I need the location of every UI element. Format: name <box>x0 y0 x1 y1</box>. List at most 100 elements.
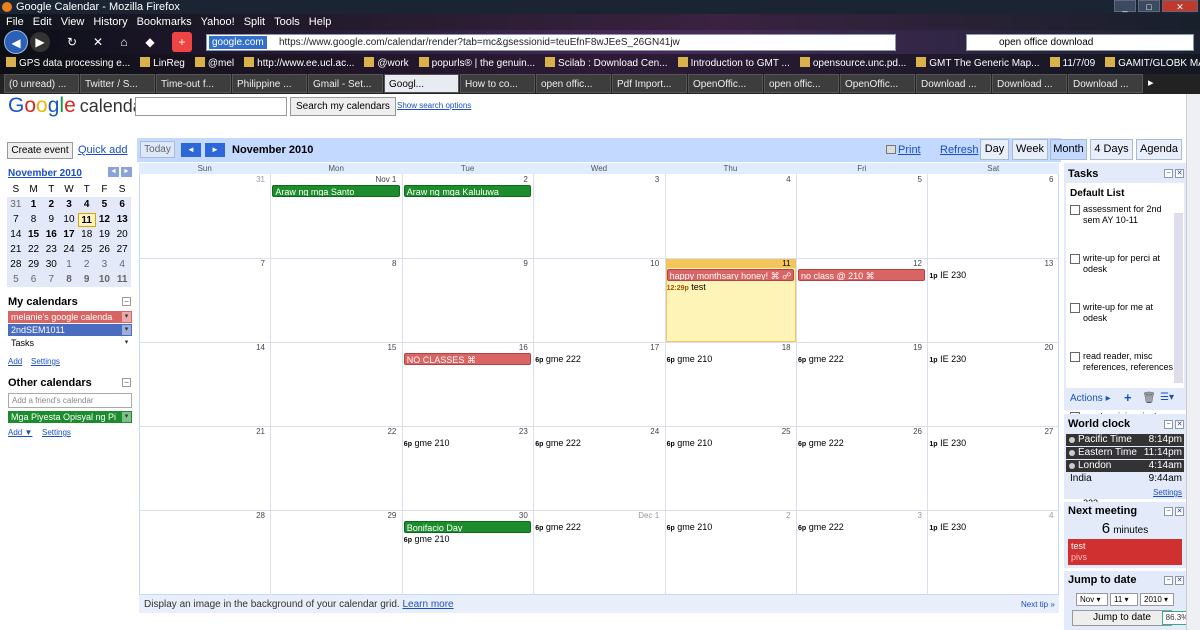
all-day-event[interactable]: happy monthsary honey! ⌘ ☍ <box>666 269 794 281</box>
day-number[interactable]: 3 <box>534 175 663 184</box>
minimize-clock-icon[interactable]: − <box>1164 420 1173 429</box>
mini-day[interactable]: 4 <box>113 258 131 272</box>
browser-tab[interactable]: Twitter / S... <box>80 74 155 93</box>
timed-event[interactable]: 1p IE 230 <box>929 354 966 364</box>
mini-day[interactable]: 21 <box>7 243 25 257</box>
bookmark-item[interactable]: @work <box>364 54 408 74</box>
timed-event[interactable]: 6p gme 210 <box>404 438 450 448</box>
calendar-options-icon[interactable]: ▾ <box>122 312 131 322</box>
browser-tab[interactable]: Download ... <box>916 74 991 93</box>
jump-year-select[interactable]: 2010 ▾ <box>1140 593 1174 606</box>
mini-day[interactable]: 11 <box>113 273 131 287</box>
day-number[interactable]: 10 <box>534 259 663 268</box>
bookmark-item[interactable]: 11/7/09 <box>1050 54 1096 74</box>
mini-day[interactable]: 22 <box>25 243 43 257</box>
mini-day[interactable]: 13 <box>113 213 131 227</box>
timed-event[interactable]: 1p IE 230 <box>929 522 966 532</box>
menu-item-file[interactable]: File <box>6 14 24 30</box>
mini-next-month-button[interactable]: ► <box>121 167 132 177</box>
add-calendar-link[interactable]: Add <box>8 357 22 366</box>
browser-tab[interactable]: OpenOffic... <box>688 74 763 93</box>
mini-day[interactable]: 26 <box>96 243 114 257</box>
calendar-options-icon[interactable]: ▾ <box>122 338 131 348</box>
menu-item-bookmarks[interactable]: Bookmarks <box>137 14 192 30</box>
mini-day[interactable]: 6 <box>113 198 131 212</box>
mini-day[interactable]: 18 <box>78 228 96 242</box>
mini-day[interactable]: 2 <box>42 198 60 212</box>
day-number[interactable]: 15 <box>271 343 400 352</box>
task-item[interactable]: write-up for perci at odesk <box>1066 253 1174 275</box>
mini-day[interactable]: 30 <box>42 258 60 272</box>
mini-day[interactable]: 8 <box>60 273 78 287</box>
mini-day[interactable]: 24 <box>60 243 78 257</box>
day-number[interactable]: 12 <box>797 259 926 268</box>
mini-day[interactable]: 5 <box>96 198 114 212</box>
other-calendar-item[interactable]: Mga Piyesta Opisyal ng Pi ▾ <box>8 411 132 423</box>
bookmark-item[interactable]: http://www.ee.ucl.ac... <box>244 54 354 74</box>
day-number[interactable]: 3 <box>797 511 926 520</box>
mini-day[interactable]: 25 <box>78 243 96 257</box>
stop-icon[interactable]: ✕ <box>88 32 108 52</box>
close-window-button[interactable]: ✕ <box>1162 0 1198 12</box>
day-number[interactable]: 22 <box>271 427 400 436</box>
other-calendars-heading[interactable]: Other calendars <box>8 377 92 389</box>
add-other-calendar-link[interactable]: Add ▼ <box>8 428 32 437</box>
bookmark-item[interactable]: @mel <box>195 54 234 74</box>
day-number[interactable]: 5 <box>797 175 926 184</box>
day-number[interactable]: 27 <box>928 427 1057 436</box>
browser-tab[interactable]: Googl... <box>384 74 459 93</box>
day-number[interactable]: 20 <box>928 343 1057 352</box>
close-meeting-icon[interactable]: ✕ <box>1175 507 1184 516</box>
reload-icon[interactable]: ↻ <box>62 32 82 52</box>
browser-tab[interactable]: Download ... <box>992 74 1067 93</box>
mini-day[interactable]: 8 <box>25 213 43 227</box>
bookmark-item[interactable]: Scilab : Download Cen... <box>545 54 668 74</box>
mini-day[interactable]: 3 <box>96 258 114 272</box>
new-tab-button[interactable]: ▸ <box>1144 74 1158 94</box>
world-clock-settings-link[interactable]: Settings <box>1153 488 1182 497</box>
task-item[interactable]: read reader, misc references, references <box>1066 351 1174 373</box>
mini-day[interactable]: 20 <box>113 228 131 242</box>
day-number[interactable]: Nov 1 <box>271 175 400 184</box>
bookmark-item[interactable]: LinReg <box>140 54 185 74</box>
day-number[interactable]: 11 <box>665 259 795 268</box>
minimize-meeting-icon[interactable]: − <box>1164 507 1173 516</box>
mini-day[interactable]: 7 <box>42 273 60 287</box>
day-number[interactable]: 13 <box>928 259 1057 268</box>
prev-period-button[interactable]: ◄ <box>181 143 201 157</box>
mini-day[interactable]: 9 <box>42 213 60 227</box>
mini-day[interactable]: 12 <box>96 213 114 227</box>
close-tasks-icon[interactable]: ✕ <box>1175 169 1184 178</box>
add-friend-calendar-input[interactable]: Add a friend's calendar <box>8 393 132 408</box>
add-task-icon[interactable]: + <box>1124 390 1132 405</box>
view-4-days-button[interactable]: 4 Days <box>1090 139 1133 160</box>
browser-tab[interactable]: (0 unread) ... <box>4 74 79 93</box>
mini-day[interactable]: 28 <box>7 258 25 272</box>
next-period-button[interactable]: ► <box>205 143 225 157</box>
mini-day[interactable]: 27 <box>113 243 131 257</box>
browser-tab[interactable]: Pdf Import... <box>612 74 687 93</box>
bookmark-item[interactable]: GMT The Generic Map... <box>916 54 1039 74</box>
mini-day[interactable]: 11 <box>77 213 96 227</box>
learn-more-link[interactable]: Learn more <box>402 599 453 610</box>
next-meeting-event[interactable]: test pivs <box>1068 539 1182 565</box>
mini-day[interactable]: 10 <box>96 273 114 287</box>
browser-tab[interactable]: Gmail - Set... <box>308 74 383 93</box>
search-calendars-button[interactable]: Search my calendars <box>290 97 396 116</box>
menu-item-tools[interactable]: Tools <box>274 14 300 30</box>
day-number[interactable]: 6 <box>928 175 1057 184</box>
day-number[interactable]: 28 <box>140 511 269 520</box>
mini-day[interactable]: 2 <box>78 258 96 272</box>
mini-day[interactable]: 23 <box>42 243 60 257</box>
day-number[interactable]: 19 <box>797 343 926 352</box>
mini-day[interactable]: 17 <box>60 228 78 242</box>
url-bar[interactable]: google.com https://www.google.com/calenda… <box>206 34 896 51</box>
calendar-options-icon[interactable]: ▾ <box>122 325 131 335</box>
day-number[interactable]: Dec 1 <box>534 511 663 520</box>
minimize-button[interactable]: _ <box>1114 0 1136 12</box>
timed-event[interactable]: 6p gme 222 <box>798 438 844 448</box>
bookmark-item[interactable]: popurls® | the genuin... <box>419 54 535 74</box>
bookmark-item[interactable]: opensource.unc.pd... <box>800 54 906 74</box>
mini-day[interactable]: 5 <box>7 273 25 287</box>
menu-item-split[interactable]: Split <box>244 14 265 30</box>
